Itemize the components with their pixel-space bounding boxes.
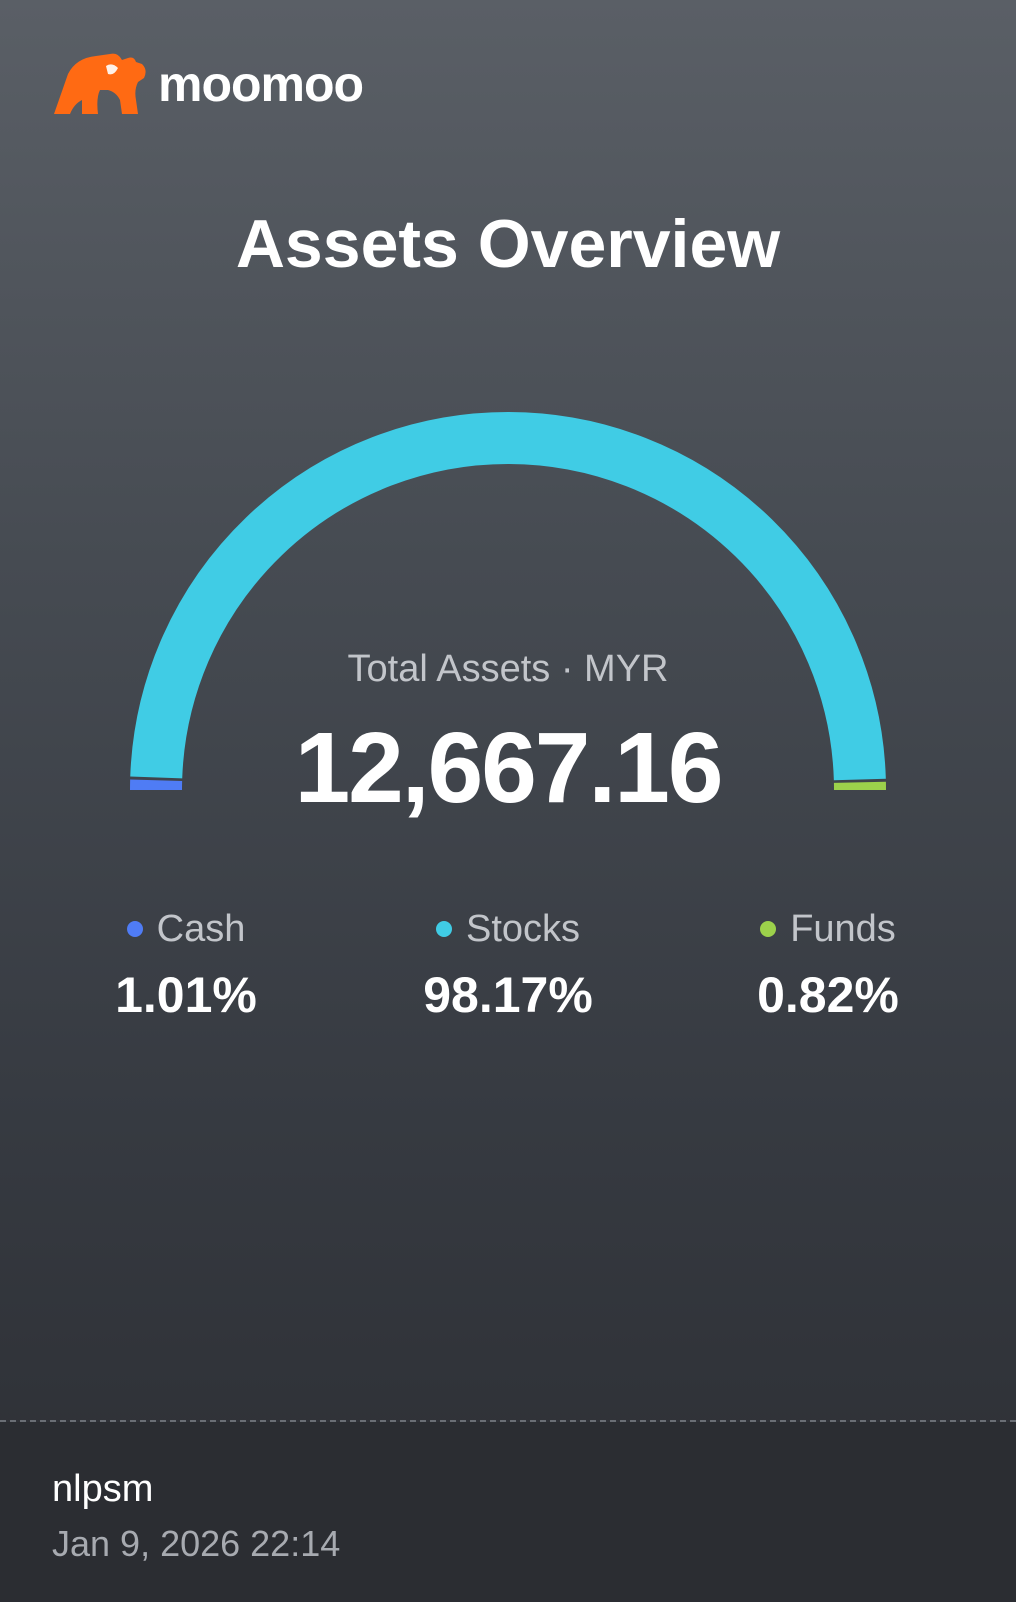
stocks-dot-icon (435, 921, 452, 937)
legend-stocks-percent: 98.17% (423, 967, 593, 1023)
legend-funds: Funds 0.82% (708, 910, 948, 1020)
username: nlpsm (52, 1468, 154, 1510)
legend-cash-label: Cash (156, 908, 246, 950)
legend-cash: Cash 1.01% (66, 910, 306, 1020)
footer: nlpsm Jan 9, 2026 22:14 (0, 1422, 1016, 1602)
total-assets-value: 12,667.16 (294, 712, 724, 824)
timestamp: Jan 9, 2026 22:14 (52, 1523, 341, 1564)
assets-overview-card: moomoo Assets Overview Total Assets · MY… (0, 0, 1016, 1602)
legend-stocks-label: Stocks (465, 908, 581, 950)
cash-dot-icon (126, 921, 143, 937)
allocation-gauge (129, 412, 887, 791)
legend-funds-label: Funds (790, 908, 896, 950)
legend-funds-percent: 0.82% (757, 967, 899, 1023)
total-assets-label: Total Assets · MYR (347, 648, 669, 690)
funds-dot-icon (760, 921, 777, 937)
legend-stocks: Stocks 98.17% (388, 910, 628, 1020)
legend-cash-percent: 1.01% (115, 967, 257, 1023)
